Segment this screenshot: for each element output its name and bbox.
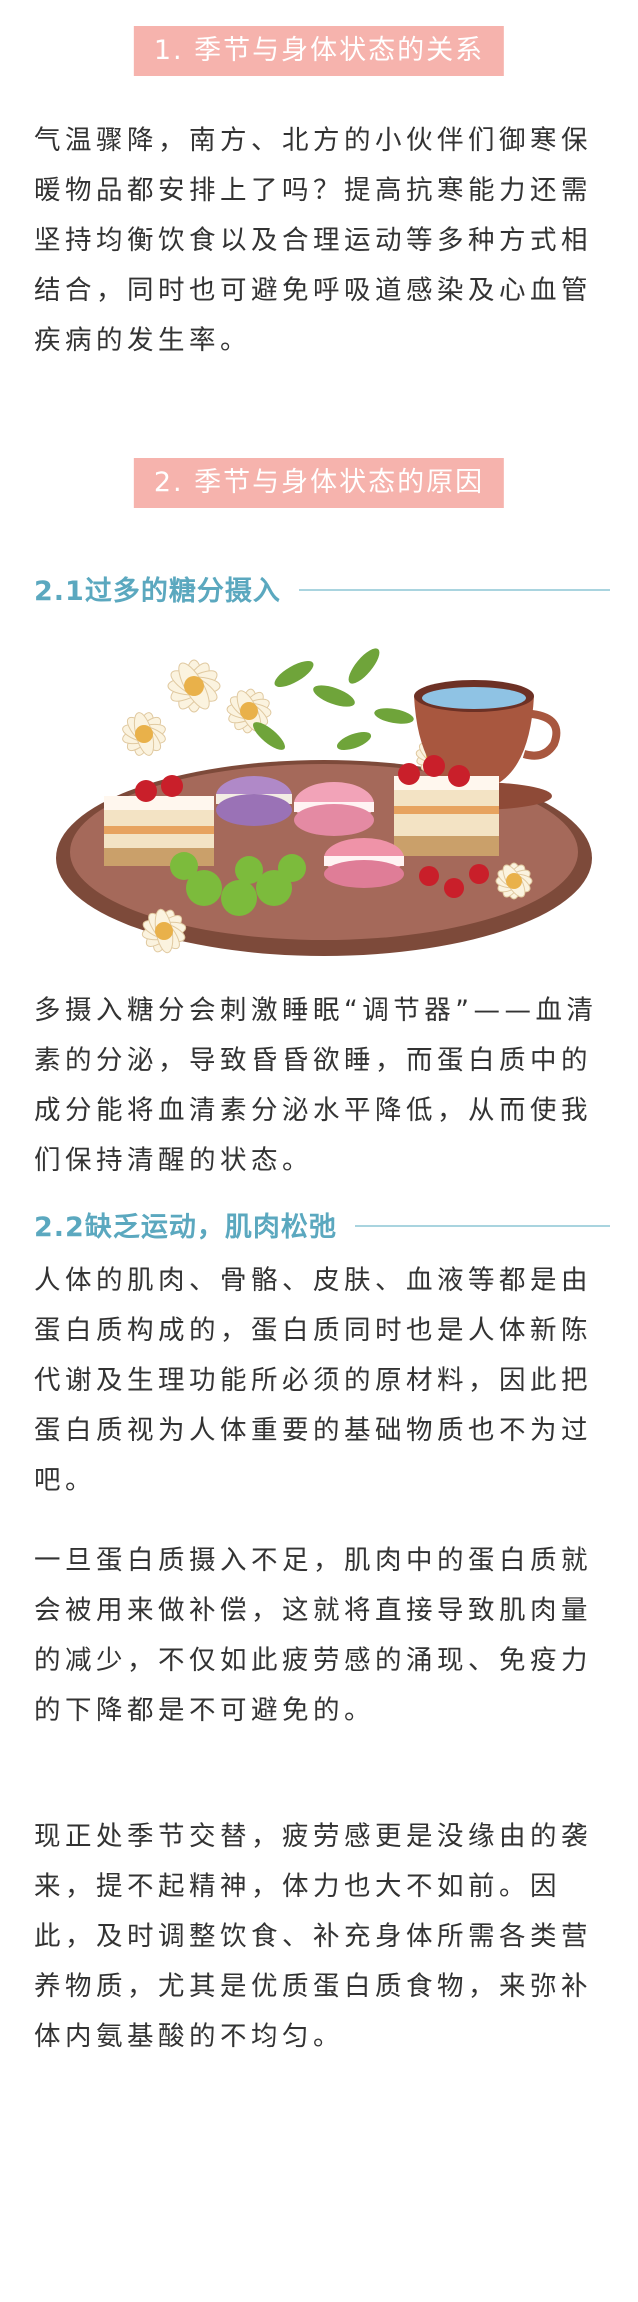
section-heading-1: 1. 季节与身体状态的关系 (133, 26, 505, 76)
leaf-sprigs (253, 648, 414, 751)
subsection-2-2-paragraph-2: 一旦蛋白质摄入不足，肌肉中的蛋白质就会被用来做补偿，这就将直接导致肌肉量的减少，… (34, 1545, 592, 1726)
subsection-divider (298, 589, 610, 591)
section-heading-2: 2. 季节与身体状态的原因 (133, 458, 505, 508)
subsection-2-2-paragraph-3: 现正处季节交替，疲劳感更是没缘由的袭来，提不起精神，体力也大不如前。因此，及时调… (34, 1821, 592, 2052)
subsection-2-1-paragraph: 多摄入糖分会刺激睡眠“调节器”——血清素的分泌，导致昏昏欲睡，而蛋白质中的成分能… (34, 995, 598, 1176)
subsection-divider (354, 1225, 610, 1227)
subsection-heading-2-2: 2.2缺乏运动，肌肉松弛 (34, 1204, 610, 1244)
subsection-heading-2-1: 2.1过多的糖分摄入 (34, 568, 610, 608)
subsection-title: 2.2缺乏运动，肌肉松弛 (34, 1211, 337, 1243)
article: 1. 季节与身体状态的关系 气温骤降，南方、北方的小伙伴们御寒保暖物品都安排上了… (0, 0, 638, 2302)
section-1-paragraph: 气温骤降，南方、北方的小伙伴们御寒保暖物品都安排上了吗？提高抗寒能力还需坚持均衡… (34, 125, 592, 356)
subsection-title: 2.1过多的糖分摄入 (34, 575, 281, 607)
subsection-2-2-paragraph-1: 人体的肌肉、骨骼、皮肤、血液等都是由蛋白质构成的，蛋白质同时也是人体新陈代谢及生… (34, 1265, 592, 1496)
dessert-tray-illustration (56, 648, 592, 956)
